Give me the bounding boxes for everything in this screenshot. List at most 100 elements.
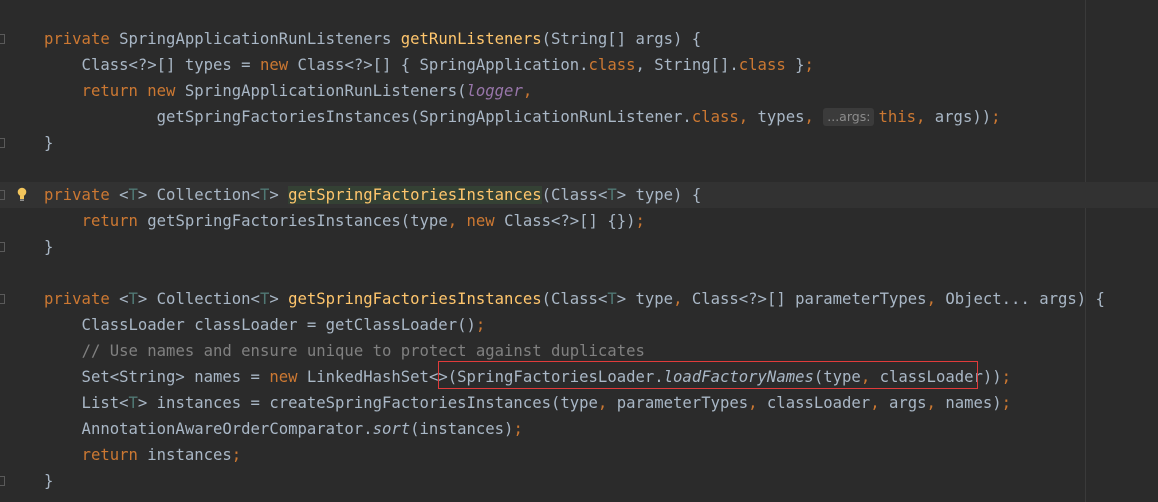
code-token: Set<String> names = xyxy=(44,368,270,386)
code-token: (type xyxy=(813,368,861,386)
code-token: , xyxy=(916,108,935,126)
code-token: private xyxy=(44,30,120,48)
code-token: private xyxy=(44,290,120,308)
code-line[interactable]: } xyxy=(0,468,1158,494)
code-token: classLoader)) xyxy=(879,368,1002,386)
code-token: Class<?>[] parameterTypes xyxy=(691,290,927,308)
code-text: List<T> instances = createSpringFactorie… xyxy=(44,390,1012,416)
code-line[interactable] xyxy=(0,156,1158,182)
code-token: getRunListeners xyxy=(400,30,542,48)
code-token: > Collection< xyxy=(137,290,260,308)
code-token: , xyxy=(447,212,467,230)
fold-icon[interactable] xyxy=(0,34,5,44)
code-token: class xyxy=(588,56,636,74)
code-text: } xyxy=(44,130,53,156)
code-text: return instances; xyxy=(44,442,242,468)
code-token: return xyxy=(81,212,148,230)
code-text: Set<String> names = new LinkedHashSet<>(… xyxy=(44,364,1012,390)
code-text: return new SpringApplicationRunListeners… xyxy=(44,78,533,104)
code-token: args xyxy=(888,394,927,412)
code-line[interactable]: ClassLoader classLoader = getClassLoader… xyxy=(0,312,1158,338)
code-token: getSpringFactoriesInstances xyxy=(288,186,542,204)
code-token: T xyxy=(607,186,617,204)
code-token: < xyxy=(119,186,129,204)
code-token: loadFactoryNames xyxy=(663,368,814,386)
code-line[interactable]: List<T> instances = createSpringFactorie… xyxy=(0,390,1158,416)
code-token: ; xyxy=(231,446,242,464)
fold-icon[interactable] xyxy=(0,294,5,304)
code-token: Class<?>[] {}) xyxy=(504,212,636,230)
code-token: SpringApplicationRunListeners xyxy=(119,30,401,48)
code-line[interactable]: AnnotationAwareOrderComparator.sort(inst… xyxy=(0,416,1158,442)
code-line[interactable]: return new SpringApplicationRunListeners… xyxy=(0,78,1158,104)
code-token: return new xyxy=(81,82,185,100)
code-line[interactable] xyxy=(0,260,1158,286)
code-token: sort xyxy=(372,420,411,438)
code-line[interactable]: return getSpringFactoriesInstances(type,… xyxy=(0,208,1158,234)
code-line[interactable]: Set<String> names = new LinkedHashSet<>(… xyxy=(0,364,1158,390)
fold-icon[interactable] xyxy=(0,190,5,200)
code-token: T xyxy=(128,186,138,204)
code-token: private xyxy=(44,186,120,204)
code-token: (String[] args) { xyxy=(541,30,702,48)
code-token: } xyxy=(44,238,54,256)
code-token: class xyxy=(691,108,739,126)
code-token: Class<?>[] { SpringApplication. xyxy=(297,56,589,74)
code-token: , xyxy=(748,394,767,412)
code-line[interactable]: private <T> Collection<T> getSpringFacto… xyxy=(0,286,1158,312)
code-line[interactable]: } xyxy=(0,234,1158,260)
code-token: (Class< xyxy=(541,186,608,204)
code-line[interactable]: return instances; xyxy=(0,442,1158,468)
code-token: } xyxy=(795,56,805,74)
code-token: } xyxy=(44,472,54,490)
code-token: , xyxy=(673,290,692,308)
code-token: , xyxy=(926,290,946,308)
code-token: , xyxy=(926,394,946,412)
code-token: < xyxy=(119,290,129,308)
code-token: , xyxy=(804,108,824,126)
code-token: > xyxy=(269,290,289,308)
code-line[interactable]: private <T> Collection<T> getSpringFacto… xyxy=(0,182,1158,208)
code-token: > xyxy=(269,186,289,204)
fold-icon[interactable] xyxy=(0,242,5,252)
lightbulb-icon[interactable] xyxy=(17,186,27,204)
code-text: private SpringApplicationRunListeners ge… xyxy=(44,26,701,52)
code-text: ClassLoader classLoader = getClassLoader… xyxy=(44,312,486,338)
code-token: parameterTypes xyxy=(616,394,749,412)
code-token: getSpringFactoriesInstances(SpringApplic… xyxy=(44,108,692,126)
code-token: classLoader xyxy=(766,394,871,412)
parameter-hint: ...args: xyxy=(823,108,875,126)
code-token: T xyxy=(259,290,270,308)
code-token: return xyxy=(81,446,148,464)
code-token: , xyxy=(597,394,617,412)
code-token: LinkedHashSet<>(SpringFactoriesLoader. xyxy=(306,368,664,386)
code-token: ClassLoader classLoader = getClassLoader… xyxy=(44,316,476,334)
code-token: getSpringFactoriesInstances xyxy=(288,290,542,308)
code-token: class xyxy=(738,56,796,74)
code-token: (Class< xyxy=(541,290,608,308)
code-token: , xyxy=(870,394,889,412)
code-token: , xyxy=(522,82,533,100)
code-editor[interactable]: private SpringApplicationRunListeners ge… xyxy=(0,0,1158,502)
code-token: AnnotationAwareOrderComparator. xyxy=(44,420,373,438)
code-token: types xyxy=(757,108,805,126)
code-line[interactable]: // Use names and ensure unique to protec… xyxy=(0,338,1158,364)
code-token: Object... args) { xyxy=(945,290,1105,308)
code-line[interactable]: private SpringApplicationRunListeners ge… xyxy=(0,26,1158,52)
fold-icon[interactable] xyxy=(0,138,5,148)
code-token: names) xyxy=(945,394,1002,412)
code-token: , xyxy=(860,368,880,386)
code-token: ; xyxy=(513,420,523,438)
code-token: new xyxy=(269,368,307,386)
code-line[interactable]: } xyxy=(0,130,1158,156)
fold-icon[interactable] xyxy=(0,476,5,486)
code-text: // Use names and ensure unique to protec… xyxy=(44,338,645,364)
code-line[interactable]: getSpringFactoriesInstances(SpringApplic… xyxy=(0,104,1158,130)
code-text: Class<?>[] types = new Class<?>[] { Spri… xyxy=(44,52,814,78)
code-line[interactable]: Class<?>[] types = new Class<?>[] { Spri… xyxy=(0,52,1158,78)
code-token: ; xyxy=(1001,394,1012,412)
